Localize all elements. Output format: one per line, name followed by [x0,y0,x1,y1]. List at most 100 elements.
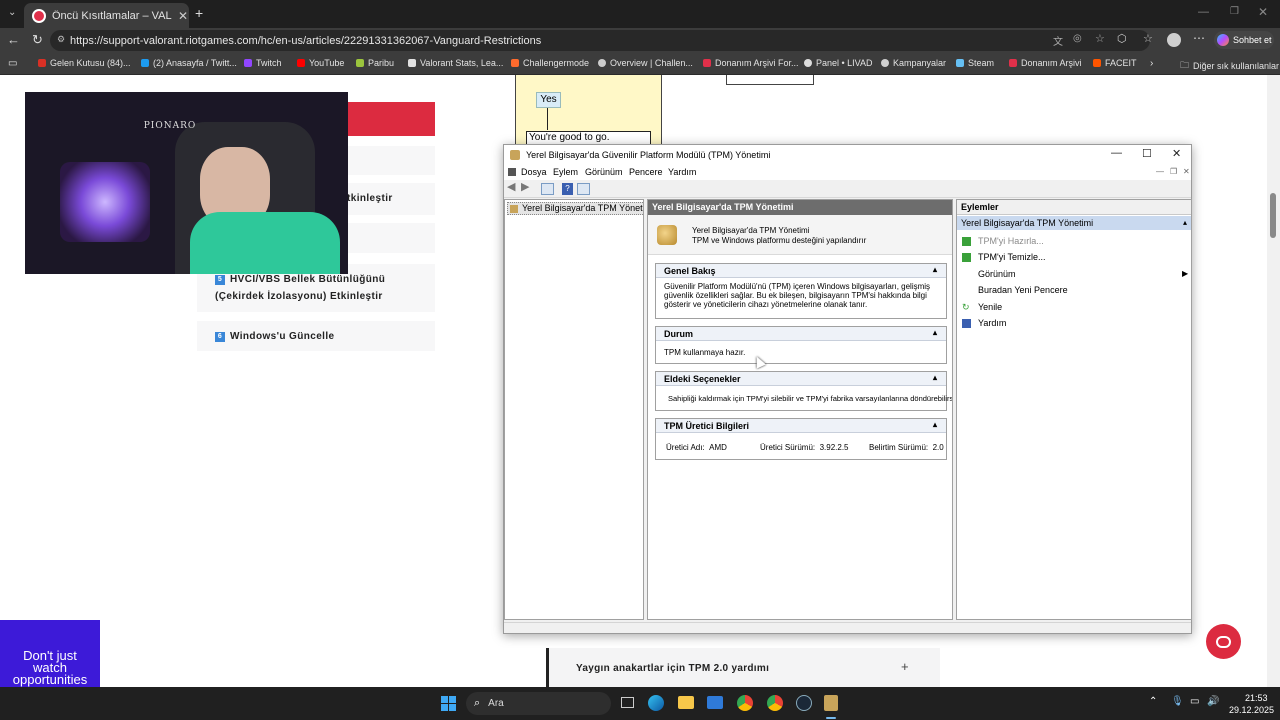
action-help[interactable]: Yardım [961,315,1189,331]
close-window-icon[interactable]: ✕ [1258,5,1268,19]
menu-file[interactable]: Dosya [521,167,547,177]
back-icon[interactable]: ← [7,32,20,47]
child-close-icon[interactable]: ✕ [1183,167,1190,176]
bookmark-item[interactable]: Twitch [244,58,282,68]
action-refresh[interactable]: ↻ Yenile [961,299,1189,315]
restore-window-icon[interactable]: ❐ [1230,6,1239,17]
action-view[interactable]: Görünüm ▶ [961,266,1189,282]
show-hide-actions-icon[interactable] [577,183,590,195]
favorites-icon[interactable]: ☆ [1143,32,1153,45]
bookmark-item[interactable]: YouTube [297,58,344,68]
window-title-bar[interactable]: Yerel Bilgisayar'da Güvenilir Platform M… [504,145,1191,165]
address-bar[interactable]: ⚙ https://support-valorant.riotgames.com… [50,30,1150,51]
action-prepare-tpm[interactable]: TPM'yi Hazırla... [961,233,1189,249]
task-view-icon[interactable] [621,697,634,708]
extensions-icon[interactable]: ⬡ [1117,32,1127,45]
child-restore-icon[interactable]: ❐ [1170,167,1177,176]
network-icon[interactable]: ▭ [1190,696,1199,707]
group-header[interactable]: Eldeki Seçenekler ▴ [656,372,946,386]
donanim-arsivi-icon [703,59,711,67]
browser-tab-bar: ⌄ Öncü Kısıtlamalar – VALORANT De ✕ + — … [0,0,1280,28]
tree-item-tpm-root[interactable]: Yerel Bilgisayar'da TPM Yönetimi [507,202,643,215]
collapse-caret-icon[interactable]: ▴ [933,263,937,277]
bookmark-item[interactable]: Valorant Stats, Lea... [408,58,503,68]
tpm-taskbar-icon[interactable] [824,695,838,711]
chrome-profile-icon[interactable] [767,695,783,711]
collapse-caret-icon[interactable]: ▴ [933,326,937,340]
minimize-icon[interactable]: — [1111,147,1122,159]
back-arrow-icon[interactable]: ◀ [507,180,520,193]
edge-icon[interactable] [648,695,664,711]
bookmark-item[interactable]: Challengermode [511,58,589,68]
bookmark-item[interactable]: FACEIT [1093,58,1137,68]
scrollbar-thumb[interactable] [1270,193,1276,238]
file-explorer-icon[interactable] [678,696,694,709]
bookmark-item[interactable]: (2) Anasayfa / Twitt... [141,58,237,68]
chat-button[interactable]: Sohbet et [1214,31,1274,49]
tray-overflow-chevron-icon[interactable]: ⌃ [1149,696,1157,707]
mail-icon[interactable] [707,696,723,709]
bookmark-item[interactable]: Gelen Kutusu (84)... [38,58,131,68]
bookmark-item[interactable]: Steam [956,58,994,68]
bookmark-item[interactable]: Kampanyalar [881,58,946,68]
bookmark-item[interactable]: Donanım Arşivi For... [703,58,799,68]
new-tab-icon[interactable]: + [195,5,203,21]
folder-icon: 🗀 [1180,60,1190,70]
browser-tab-active[interactable]: Öncü Kısıtlamalar – VALORANT De ✕ [24,3,189,28]
menu-window[interactable]: Pencere [629,167,663,177]
reload-icon[interactable]: ↻ [32,32,43,48]
site-info-icon[interactable]: ⚙ [57,34,65,45]
steam-app-icon[interactable] [796,695,812,711]
menu-action[interactable]: Eylem [553,167,578,177]
tab-list-chevron-icon[interactable]: ⌄ [8,7,16,18]
livad-icon [804,59,812,67]
taskbar-search[interactable]: ⌕ Ara [466,692,611,715]
tpm-help-accordion[interactable]: Yaygın anakartlar için TPM 2.0 yardımı + [546,648,940,687]
minimize-window-icon[interactable]: — [1198,6,1209,18]
clock-date[interactable]: 29.12.2025 [1229,705,1274,715]
bookmarks-overflow-chevron-icon[interactable]: › [1150,58,1153,69]
gmail-icon [38,59,46,67]
forward-arrow-icon[interactable]: ▶ [521,180,534,193]
menu-help[interactable]: Yardım [668,167,696,177]
collapse-caret-icon[interactable]: ▴ [1183,216,1187,230]
close-tab-icon[interactable]: ✕ [178,9,188,23]
support-chat-button[interactable] [1206,624,1241,659]
accordion-plus-icon[interactable]: + [901,659,909,674]
show-hide-tree-icon[interactable] [541,183,554,195]
microphone-icon[interactable]: 🎙 [1171,696,1184,707]
action-clear-tpm[interactable]: TPM'yi Temizle... [961,249,1189,265]
bookmark-item[interactable]: Donanım Arşivi [1009,58,1082,68]
group-header[interactable]: TPM Üretici Bilgileri ▴ [656,419,946,433]
bookmark-item[interactable]: Overview | Challen... [598,58,693,68]
start-button[interactable] [441,696,456,711]
search-placeholder: Ara [488,698,504,709]
more-menu-icon[interactable]: ⋯ [1193,31,1205,45]
group-header[interactable]: Genel Bakış ▴ [656,264,946,278]
volume-icon[interactable]: 🔊 [1207,696,1219,707]
channel-logo: PIONARO [135,106,205,146]
reading-list-icon[interactable]: ▭ [8,58,17,69]
bookmark-item[interactable]: Panel • LIVAD [804,58,873,68]
menu-item-label: Windows'u Güncelle [230,331,335,342]
profile-avatar[interactable] [1167,33,1181,47]
group-header[interactable]: Durum ▴ [656,327,946,341]
clock-time[interactable]: 21:53 [1245,693,1268,703]
bookmark-item[interactable]: Paribu [356,58,394,68]
close-icon[interactable]: ✕ [1172,147,1181,160]
page-scrollbar[interactable] [1267,75,1280,687]
translate-icon[interactable]: 文 [1053,33,1063,48]
bookmark-star-icon[interactable]: ☆ [1095,32,1105,45]
maximize-icon[interactable]: ☐ [1142,147,1152,160]
actions-section-header[interactable]: Yerel Bilgisayar'da TPM Yönetimi ▴ [957,216,1191,230]
lens-icon[interactable]: ◎ [1073,33,1082,44]
action-new-window[interactable]: Buradan Yeni Pencere [961,282,1189,298]
menu-item-card[interactable]: 6 Windows'u Güncelle [197,321,435,351]
menu-view[interactable]: Görünüm [585,167,623,177]
child-minimize-icon[interactable]: — [1156,167,1164,176]
collapse-caret-icon[interactable]: ▴ [933,371,937,385]
other-bookmarks-folder[interactable]: 🗀 Diğer sık kullanılanlar [1180,58,1279,74]
collapse-caret-icon[interactable]: ▴ [933,418,937,432]
chrome-icon[interactable] [737,695,753,711]
help-icon[interactable]: ? [562,183,573,195]
